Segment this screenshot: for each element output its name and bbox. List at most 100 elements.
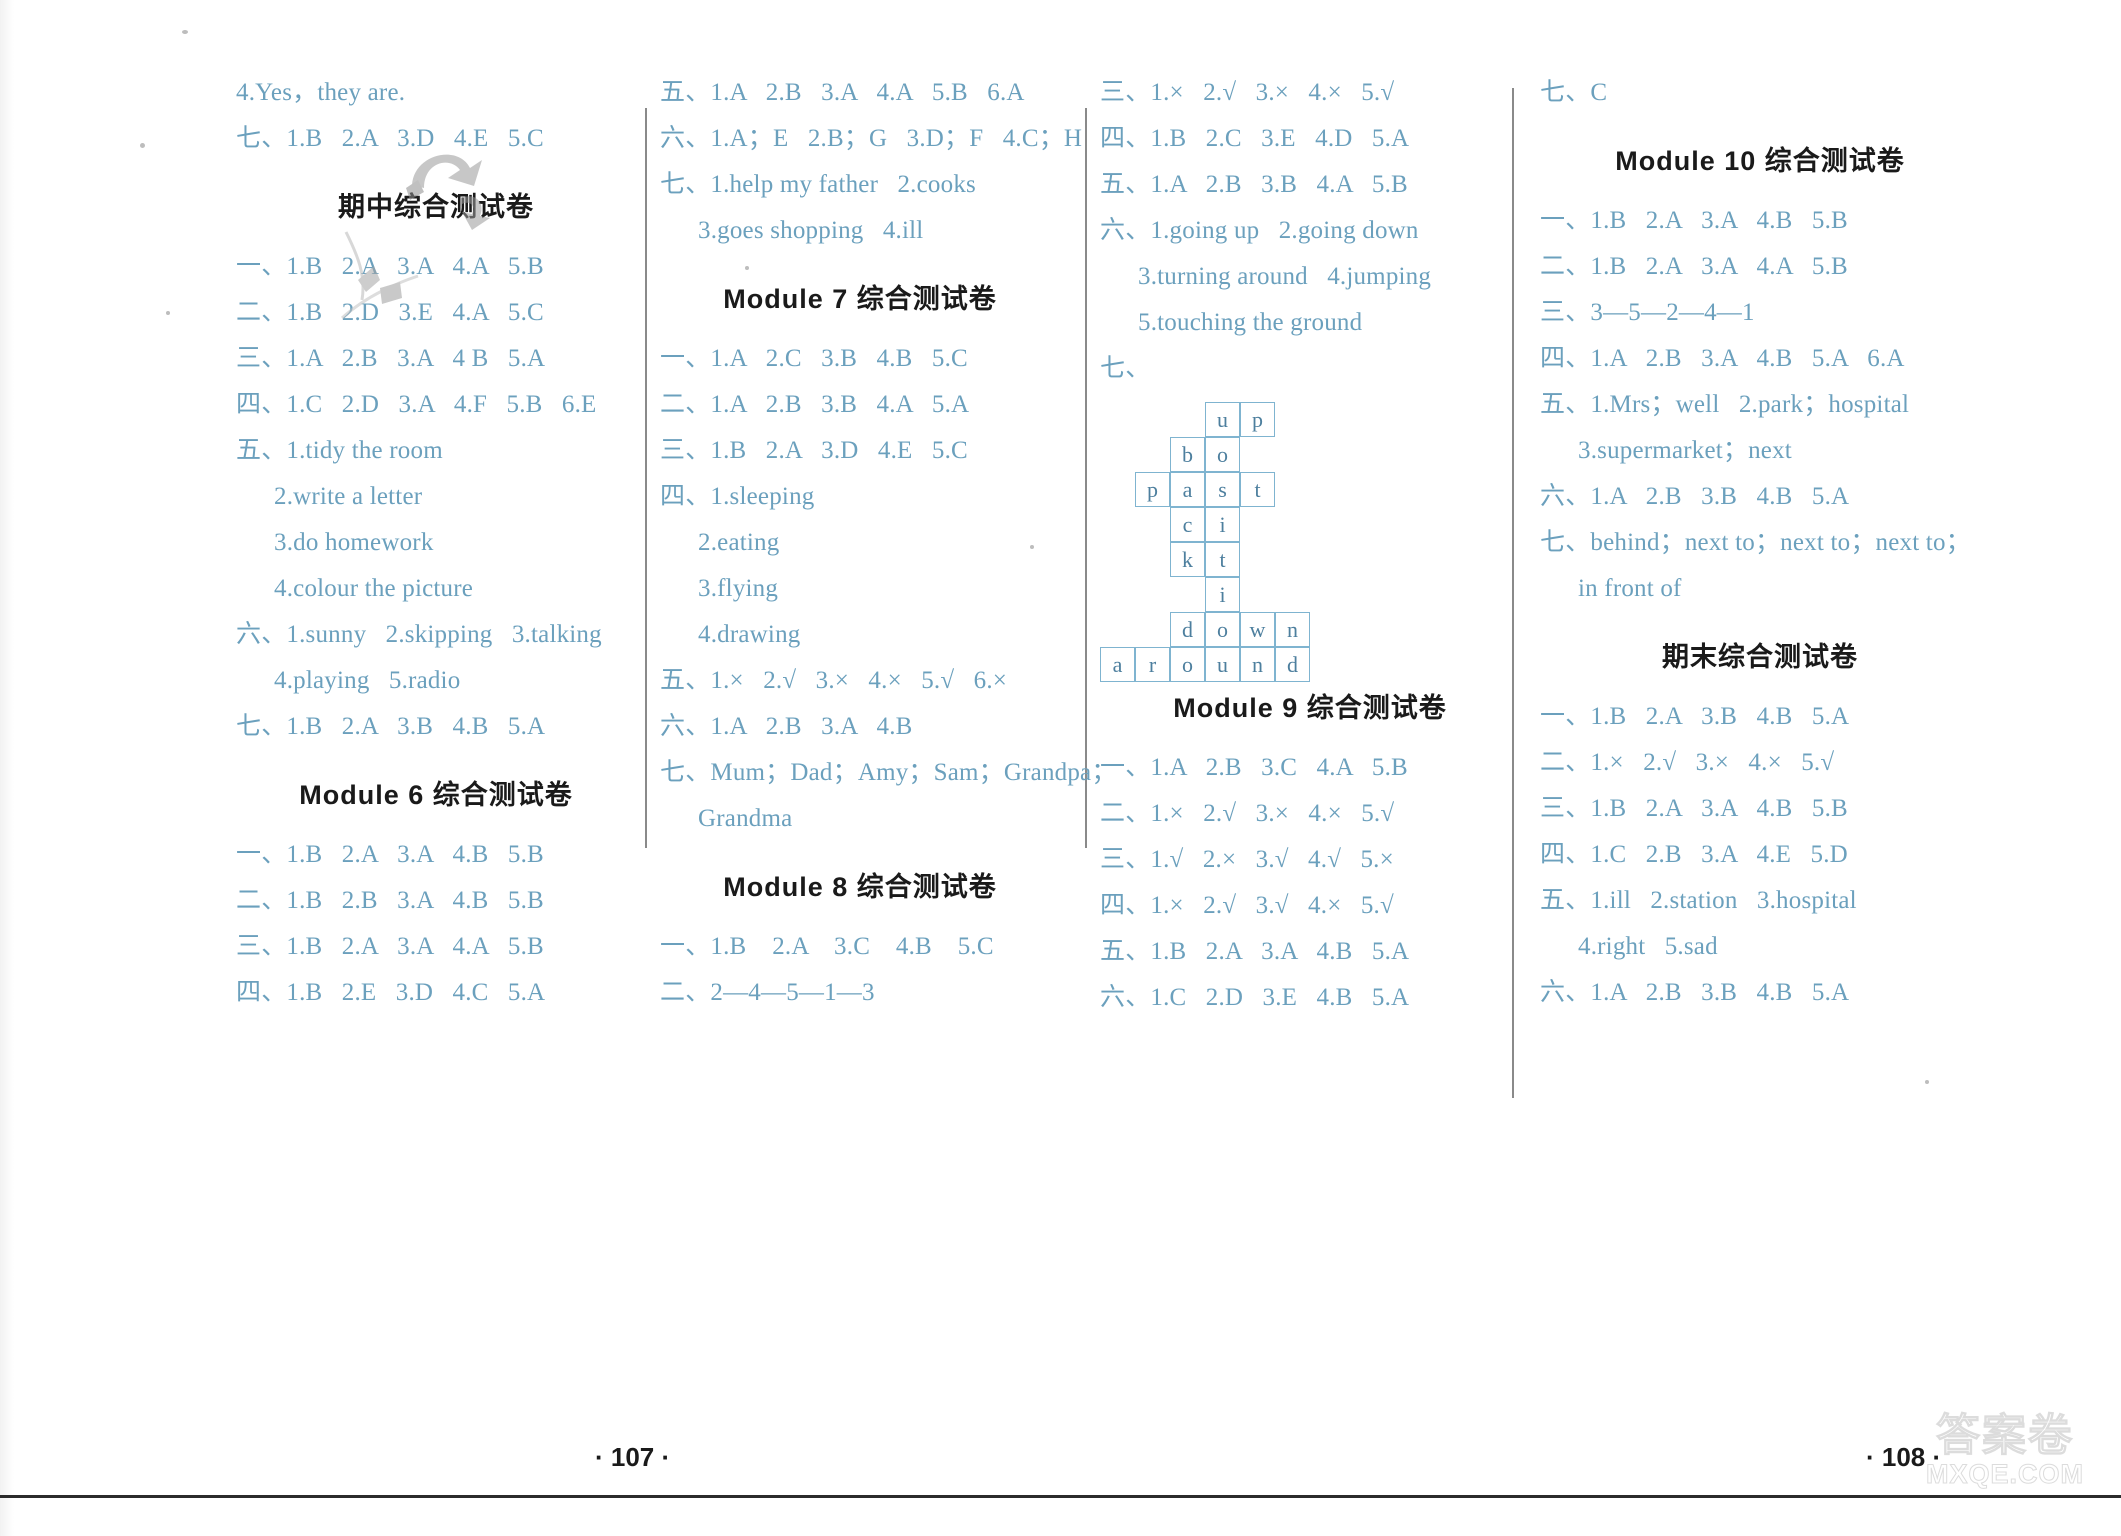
column-2: 五、1.A 2.B 3.A 4.A 5.B 6.A 六、1.A；E 2.B；G 3… <box>660 79 1117 1026</box>
answer-line: 六、1.sunny 2.skipping 3.talking <box>236 621 602 648</box>
crossword-cell: a <box>1170 472 1205 507</box>
crossword-cell: t <box>1205 542 1240 577</box>
column-4: 七、C Module 10 综合测试卷一、1.B 2.A 3.A 4.B 5.B 二… <box>1540 80 1980 1026</box>
answer-line: 4.Yes，they are. <box>236 79 406 106</box>
answer-line: 3.flying <box>698 575 779 602</box>
answer-line: Grandma <box>698 805 793 832</box>
answer-line: 一、1.A 2.B 3.C 4.A 5.B <box>1100 754 1408 781</box>
answer-line: 二、1.A 2.B 3.B 4.A 5.A <box>660 391 970 418</box>
answer-line: 六、1.A 2.B 3.A 4.B <box>660 713 913 740</box>
answer-line: 二、2—4—5—1—3 <box>660 979 875 1006</box>
crossword-cell: c <box>1170 507 1205 542</box>
answer-line: 七、C <box>1540 79 1608 106</box>
crossword-cell: u <box>1205 647 1240 682</box>
crossword-cell: w <box>1240 612 1275 647</box>
section-title: Module 7 综合测试卷 <box>723 284 997 314</box>
answer-line: 七、Mum；Dad；Amy；Sam；Grandpa； <box>660 759 1117 786</box>
answer-line: 3.supermarket；next <box>1578 437 1792 464</box>
answer-line: in front of <box>1578 575 1682 602</box>
answer-line: 一、1.A 2.C 3.B 4.B 5.C <box>660 345 968 372</box>
answer-line: 六、1.A 2.B 3.B 4.B 5.A <box>1540 979 1850 1006</box>
answer-line: 六、1.C 2.D 3.E 4.B 5.A <box>1100 984 1410 1011</box>
answer-line: 四、1.× 2.√ 3.√ 4.× 5.√ <box>1100 892 1394 919</box>
answer-line: 二、1.× 2.√ 3.× 4.× 5.√ <box>1100 800 1395 827</box>
crossword-cell: t <box>1240 472 1275 507</box>
crossword-grid: upbopastciktidownaround <box>1100 402 1420 682</box>
crossword-cell: p <box>1135 472 1170 507</box>
crossword-cell: i <box>1205 507 1240 542</box>
answer-line: 六、1.A 2.B 3.B 4.B 5.A <box>1540 483 1850 510</box>
crossword-cell: o <box>1170 647 1205 682</box>
column-3: 三、1.× 2.√ 3.× 4.× 5.√ 四、1.B 2.C 3.E 4.D 5… <box>1100 80 1520 1031</box>
answer-line: 2.eating <box>698 529 780 556</box>
answer-line: 五、1.B 2.A 3.A 4.B 5.A <box>1100 938 1410 965</box>
crossword-cell: u <box>1205 402 1240 437</box>
answer-line: 3.turning around 4.jumping <box>1138 263 1432 290</box>
crossword-cell: k <box>1170 542 1205 577</box>
answer-line: 三、1.√ 2.× 3.√ 4.√ 5.× <box>1100 846 1394 873</box>
answer-line: 五、1.A 2.B 3.B 4.A 5.B <box>1100 171 1408 198</box>
answer-line: 六、1.A；E 2.B；G 3.D；F 4.C；H <box>660 125 1083 152</box>
answer-line: 五、1.Mrs；well 2.park；hospital <box>1540 391 1910 418</box>
answer-line: 一、1.B 2.A 3.A 4.A 5.B <box>236 253 544 280</box>
answer-line: 二、1.× 2.√ 3.× 4.× 5.√ <box>1540 749 1835 776</box>
answer-line: 七、1.B 2.A 3.B 4.B 5.A <box>236 713 546 740</box>
answer-line: 五、1.ill 2.station 3.hospital <box>1540 887 1857 914</box>
answer-line: 四、1.C 2.D 3.A 4.F 5.B 6.E <box>236 391 597 418</box>
answer-line: 二、1.B 2.D 3.E 4.A 5.C <box>236 299 544 326</box>
answer-line: 四、1.sleeping <box>660 483 815 510</box>
crossword-cell: n <box>1275 612 1310 647</box>
answer-line: 七、behind；next to；next to；next to； <box>1540 529 1971 556</box>
crossword-cell: a <box>1100 647 1135 682</box>
answer-line: 四、1.A 2.B 3.A 4.B 5.A 6.A <box>1540 345 1905 372</box>
crossword-cell: p <box>1240 402 1275 437</box>
crossword-cell: d <box>1275 647 1310 682</box>
answer-line: 五、1.× 2.√ 3.× 4.× 5.√ 6.× <box>660 667 1008 694</box>
answer-line: 3.do homework <box>274 529 434 556</box>
answer-line: 二、1.B 2.A 3.A 4.A 5.B <box>1540 253 1848 280</box>
crossword-cell: b <box>1170 437 1205 472</box>
column-1: 4.Yes，they are. 七、1.B 2.A 3.D 4.E 5.C 期中综合… <box>236 80 636 1026</box>
answer-line: 一、1.B 2.A 3.A 4.B 5.B <box>236 841 544 868</box>
answer-columns: 4.Yes，they are. 七、1.B 2.A 3.D 4.E 5.C 期中综合… <box>0 0 2121 1130</box>
answer-line: 一、1.B 2.A 3.B 4.B 5.A <box>1540 703 1850 730</box>
answer-line: 4.colour the picture <box>274 575 474 602</box>
section-title: Module 9 综合测试卷 <box>1173 693 1447 723</box>
answer-line: 七、1.B 2.A 3.D 4.E 5.C <box>236 125 544 152</box>
section-title: 期末综合测试卷 <box>1662 642 1858 672</box>
answer-line: 四、1.B 2.E 3.D 4.C 5.A <box>236 979 546 1006</box>
answer-line: 2.write a letter <box>274 483 423 510</box>
answer-line: 五、1.tidy the room <box>236 437 443 464</box>
section-title: Module 10 综合测试卷 <box>1615 146 1905 176</box>
crossword-cell: s <box>1205 472 1240 507</box>
crossword-cell: r <box>1135 647 1170 682</box>
answer-line: 五、1.A 2.B 3.A 4.A 5.B 6.A <box>660 79 1025 106</box>
crossword-cell: o <box>1205 437 1240 472</box>
answer-line: 3.goes shopping 4.ill <box>698 217 924 244</box>
answer-line: 5.touching the ground <box>1138 309 1363 336</box>
answer-line: 七、1.help my father 2.cooks <box>660 171 976 198</box>
answer-line: 六、1.going up 2.going down <box>1100 217 1419 244</box>
page-number-left: · 107 · <box>595 1442 671 1472</box>
page-number-right: · 108 · <box>1866 1442 1942 1472</box>
crossword-cell: n <box>1240 647 1275 682</box>
crossword-cell: d <box>1170 612 1205 647</box>
answer-line: 一、1.B 2.A 3.C 4.B 5.C <box>660 933 994 960</box>
crossword-cell: o <box>1205 612 1240 647</box>
footer-rule <box>0 1495 2121 1498</box>
answer-line: 三、1.B 2.A 3.D 4.E 5.C <box>660 437 968 464</box>
answer-line: 三、1.B 2.A 3.A 4.A 5.B <box>236 933 544 960</box>
crossword-cell: i <box>1205 577 1240 612</box>
answer-line: 四、1.C 2.B 3.A 4.E 5.D <box>1540 841 1848 868</box>
answer-line: 三、1.B 2.A 3.A 4.B 5.B <box>1540 795 1848 822</box>
answer-line: 4.right 5.sad <box>1578 933 1718 960</box>
section-title: Module 8 综合测试卷 <box>723 872 997 902</box>
section-title: 期中综合测试卷 <box>338 192 534 222</box>
answer-line: 七、 <box>1100 355 1151 382</box>
answer-line: 一、1.B 2.A 3.A 4.B 5.B <box>1540 207 1848 234</box>
answer-line: 4.drawing <box>698 621 801 648</box>
answer-line: 四、1.B 2.C 3.E 4.D 5.A <box>1100 125 1410 152</box>
answer-line: 三、1.A 2.B 3.A 4 B 5.A <box>236 345 546 372</box>
answer-line: 三、3—5—2—4—1 <box>1540 299 1755 326</box>
section-title: Module 6 综合测试卷 <box>299 780 573 810</box>
